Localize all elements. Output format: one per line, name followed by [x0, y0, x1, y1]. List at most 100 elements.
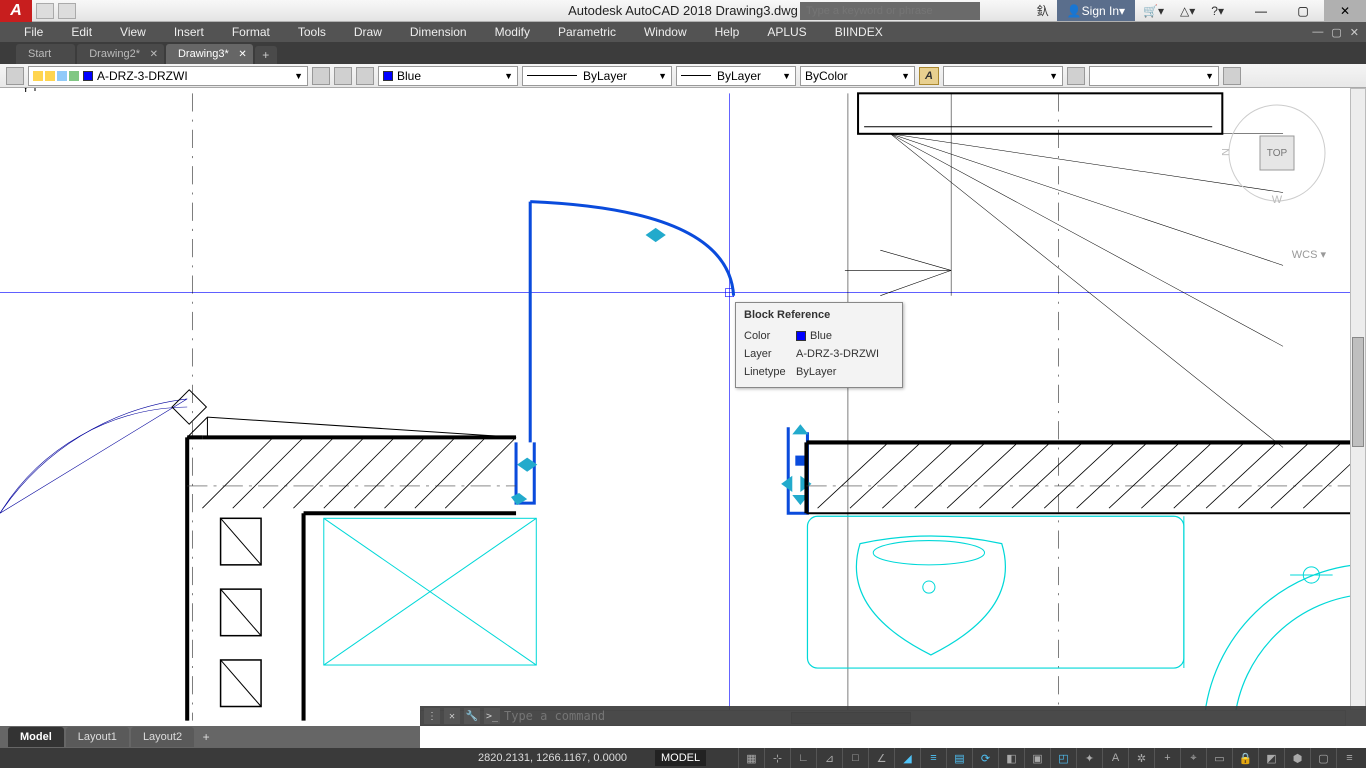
close-button[interactable]: ✕ [1324, 0, 1366, 22]
app-logo[interactable]: A [0, 0, 32, 22]
3dosnap-icon[interactable]: ◧ [998, 748, 1024, 768]
lwt-toggle-icon[interactable]: ≡ [920, 748, 946, 768]
osnap-toggle-icon[interactable]: □ [842, 748, 868, 768]
ucs-icon: X Y [20, 88, 1366, 664]
cmd-tool-icon[interactable]: 🔧 [464, 708, 480, 724]
tool-last-icon[interactable] [1223, 67, 1241, 85]
transparency-icon[interactable]: ▤ [946, 748, 972, 768]
layout-tab-model[interactable]: Model [8, 727, 64, 747]
menu-view[interactable]: View [106, 22, 160, 42]
status-coordinates: 2820.2131, 1266.1167, 0.0000 [478, 752, 627, 764]
layer-dropdown[interactable]: A-DRZ-3-DRZWI ▼ [28, 66, 308, 86]
lock-ui-icon[interactable]: 🔒 [1232, 748, 1258, 768]
vertical-scrollbar[interactable] [1350, 88, 1366, 710]
svg-text:Y: Y [22, 88, 30, 95]
color-swatch [383, 71, 393, 81]
close-tab-icon[interactable]: ✕ [150, 49, 158, 60]
doc-tab-drawing2[interactable]: Drawing2*✕ [77, 44, 164, 64]
menu-bar: File Edit View Insert Format Tools Draw … [0, 22, 1366, 42]
menu-dimension[interactable]: Dimension [396, 22, 481, 42]
menu-format[interactable]: Format [218, 22, 284, 42]
cmd-close-icon[interactable]: ✕ [444, 708, 460, 724]
color-dropdown[interactable]: Blue ▼ [378, 66, 518, 86]
scrollbar-thumb[interactable] [1352, 337, 1364, 447]
layer-state-icon[interactable] [6, 67, 24, 85]
exchange-icon[interactable]: 🛒▾ [1135, 0, 1172, 21]
app-manager-icon[interactable]: △▾ [1172, 0, 1203, 21]
doc-maximize-icon[interactable]: ▢ [1328, 26, 1344, 39]
sign-in-button[interactable]: 👤 Sign In ▾ [1057, 0, 1135, 21]
annomon-icon[interactable]: + [1154, 748, 1180, 768]
status-mode-button[interactable]: MODEL [655, 750, 706, 766]
close-tab-icon[interactable]: ✕ [238, 49, 246, 60]
minimize-button[interactable]: — [1240, 0, 1282, 22]
qat-undo-icon[interactable] [36, 3, 54, 19]
hardware-icon[interactable]: ⬢ [1284, 748, 1310, 768]
doc-tab-start[interactable]: Start [16, 44, 75, 64]
title-right-tools: 釞 👤 Sign In ▾ 🛒▾ △▾ ?▾ — ▢ ✕ [1029, 0, 1366, 21]
new-doc-tab-button[interactable]: + [255, 46, 277, 64]
qp-icon[interactable]: ▭ [1206, 748, 1232, 768]
menu-draw[interactable]: Draw [340, 22, 396, 42]
snap-toggle-icon[interactable]: ⊹ [764, 748, 790, 768]
doc-tab-drawing3[interactable]: Drawing3*✕ [166, 44, 253, 64]
selection-icon[interactable]: ◰ [1050, 748, 1076, 768]
cleanscreen-icon[interactable]: ▢ [1310, 748, 1336, 768]
plotstyle-label: ByColor [805, 69, 848, 83]
infocenter-icon[interactable]: 釞 [1029, 0, 1057, 21]
doc-minimize-icon[interactable]: — [1309, 26, 1326, 39]
customize-icon[interactable]: ≡ [1336, 748, 1362, 768]
add-layout-button[interactable]: + [196, 728, 216, 746]
maximize-button[interactable]: ▢ [1282, 0, 1324, 22]
polar-toggle-icon[interactable]: ⊿ [816, 748, 842, 768]
dimstyle-dropdown[interactable]: ▼ [1089, 66, 1219, 86]
ortho-toggle-icon[interactable]: ∟ [790, 748, 816, 768]
menu-window[interactable]: Window [630, 22, 701, 42]
ducs-icon[interactable]: ▣ [1024, 748, 1050, 768]
linetype-dropdown[interactable]: ByLayer ▼ [522, 66, 672, 86]
annotation-icon[interactable]: A [919, 67, 939, 85]
help-icon[interactable]: ?▾ [1203, 0, 1232, 21]
otrack-toggle-icon[interactable]: ∠ [868, 748, 894, 768]
menu-help[interactable]: Help [701, 22, 754, 42]
quick-access-toolbar [36, 3, 76, 19]
search-input[interactable] [800, 2, 980, 20]
grid-toggle-icon[interactable]: ▦ [738, 748, 764, 768]
menu-file[interactable]: File [10, 22, 57, 42]
dimstyle-icon[interactable] [1067, 67, 1085, 85]
menu-modify[interactable]: Modify [481, 22, 544, 42]
document-tabs: Start Drawing2*✕ Drawing3*✕ + [0, 42, 1366, 64]
layer-on-icon [33, 71, 43, 81]
command-line[interactable]: ⋮ ✕ 🔧 >_ [420, 706, 1366, 726]
plotstyle-dropdown[interactable]: ByColor ▼ [800, 66, 915, 86]
gizmo-icon[interactable]: ✦ [1076, 748, 1102, 768]
qat-redo-icon[interactable] [58, 3, 76, 19]
lineweight-dropdown[interactable]: ByLayer ▼ [676, 66, 796, 86]
menu-tools[interactable]: Tools [284, 22, 340, 42]
annoscale-icon[interactable]: A [1102, 748, 1128, 768]
layout-tab-layout1[interactable]: Layout1 [66, 727, 129, 747]
units-icon[interactable]: ⌖ [1180, 748, 1206, 768]
isolate-icon[interactable]: ◩ [1258, 748, 1284, 768]
menu-edit[interactable]: Edit [57, 22, 106, 42]
drawing-canvas[interactable]: Block Reference ColorBlue LayerA-DRZ-3-D… [0, 88, 1366, 726]
cycling-icon[interactable]: ⟳ [972, 748, 998, 768]
textstyle-dropdown[interactable]: ▼ [943, 66, 1063, 86]
layer-lock-icon [57, 71, 67, 81]
layout-tab-layout2[interactable]: Layout2 [131, 727, 194, 747]
menu-biindex[interactable]: BIINDEX [821, 22, 897, 42]
layer-plot-icon [69, 71, 79, 81]
dyn-toggle-icon[interactable]: ◢ [894, 748, 920, 768]
workspace-icon[interactable]: ✲ [1128, 748, 1154, 768]
lineweight-label: ByLayer [717, 69, 761, 83]
command-input[interactable] [504, 709, 804, 723]
window-controls: — ▢ ✕ [1240, 0, 1366, 22]
layer-tool-2-icon[interactable] [334, 67, 352, 85]
menu-parametric[interactable]: Parametric [544, 22, 630, 42]
layer-tool-3-icon[interactable] [356, 67, 374, 85]
layer-tool-1-icon[interactable] [312, 67, 330, 85]
menu-aplus[interactable]: APLUS [753, 22, 820, 42]
doc-close-icon[interactable]: ✕ [1347, 26, 1362, 39]
menu-insert[interactable]: Insert [160, 22, 218, 42]
cmd-handle-icon[interactable]: ⋮ [424, 708, 440, 724]
